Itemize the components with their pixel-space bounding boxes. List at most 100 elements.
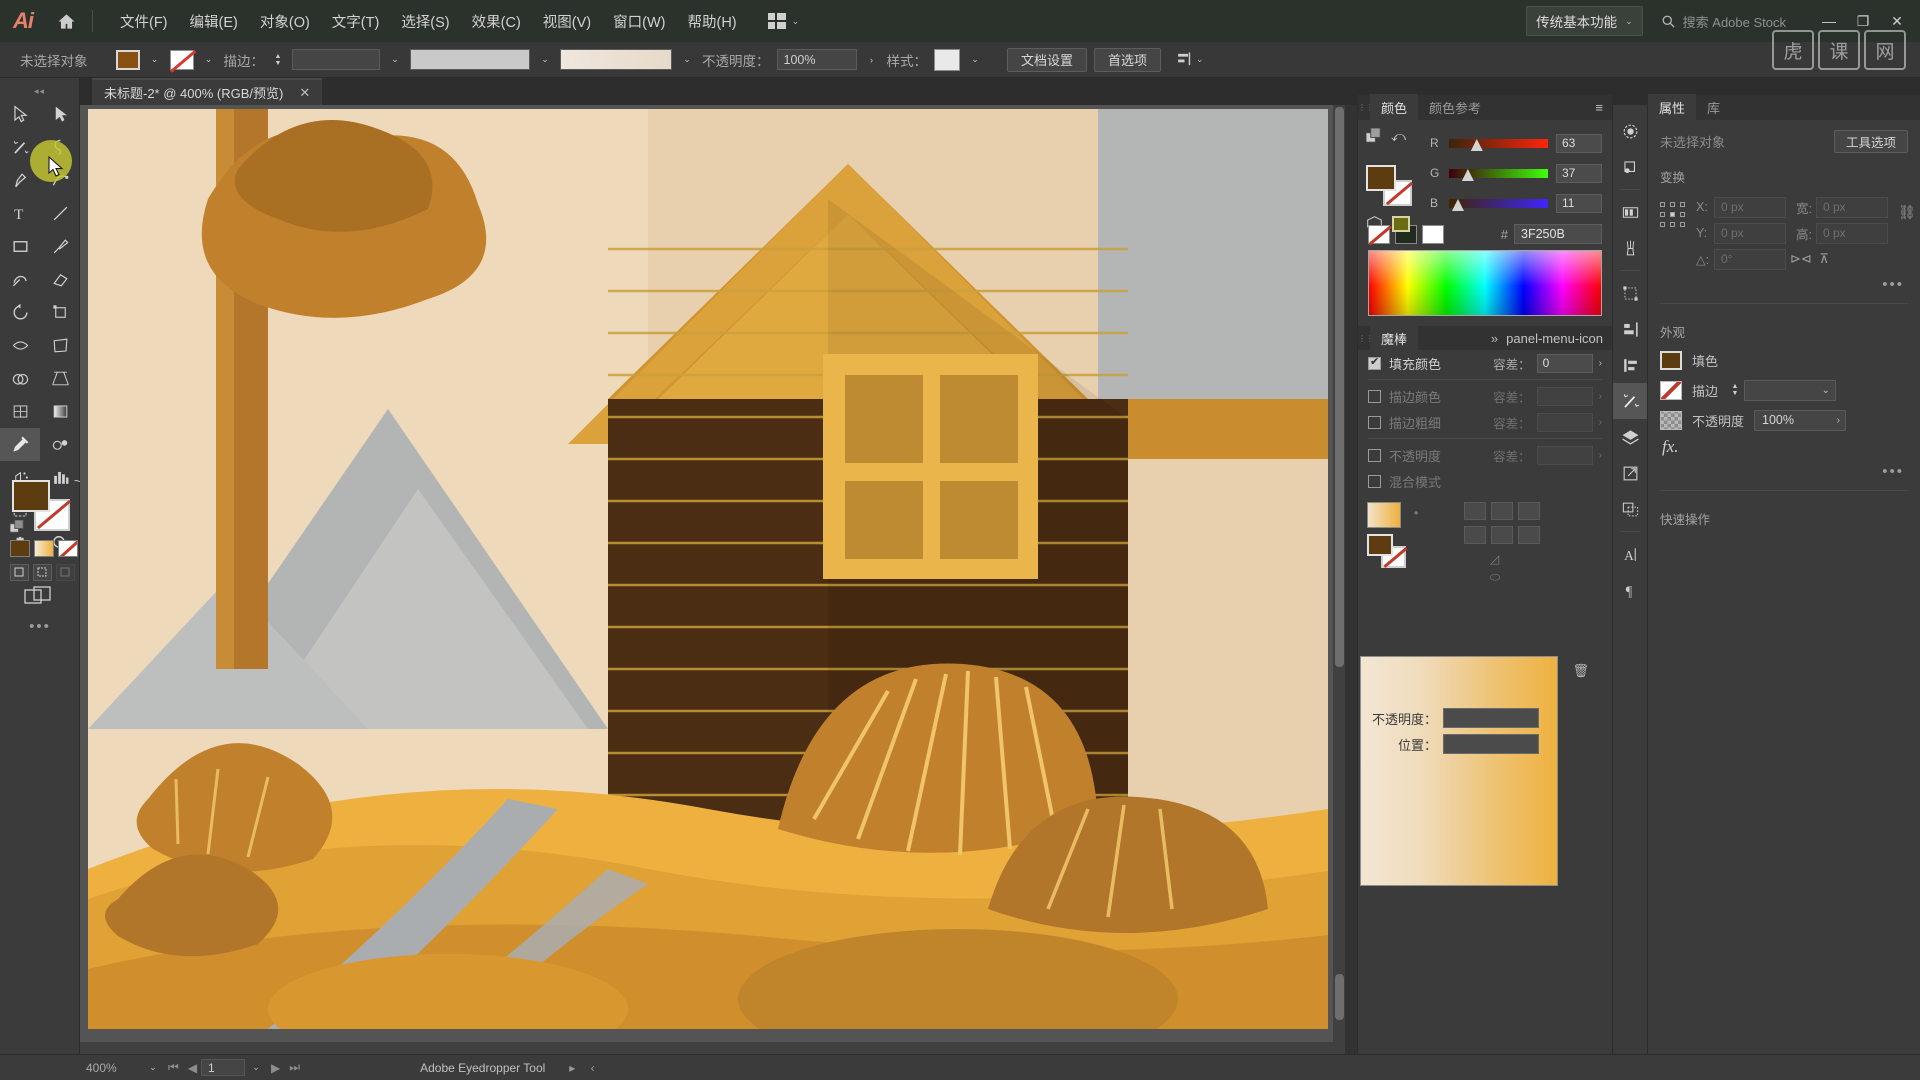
fill-swatch[interactable] <box>1366 165 1396 191</box>
draw-behind-icon[interactable] <box>33 564 52 581</box>
menu-type[interactable]: 文字(T) <box>321 6 391 37</box>
transform-panel-icon[interactable] <box>1613 275 1647 311</box>
menu-effect[interactable]: 效果(C) <box>461 6 532 37</box>
fill-stroke-control[interactable]: ⤵ <box>12 480 68 536</box>
brush-definition-dropdown[interactable] <box>560 49 672 70</box>
menu-select[interactable]: 选择(S) <box>390 6 460 37</box>
chevron-down-icon[interactable]: ⌄ <box>679 54 695 65</box>
first-artboard-button[interactable]: ⏮ <box>168 1060 179 1075</box>
gradient-fill-button[interactable] <box>34 540 54 557</box>
color-panel-icon[interactable] <box>1613 113 1647 149</box>
mesh-tool[interactable] <box>0 395 40 428</box>
align-center-icon[interactable] <box>1491 502 1513 520</box>
hex-input[interactable]: 3F250B <box>1514 224 1602 244</box>
fill-color-swatch[interactable] <box>116 50 140 70</box>
fill-swatch[interactable] <box>12 480 50 512</box>
opacity-input[interactable]: 100%› <box>1754 410 1846 431</box>
stroke-weight-stepper[interactable]: ▲▼ <box>271 50 285 70</box>
trash-icon[interactable]: 🗑 <box>1572 663 1589 679</box>
expand-icon[interactable]: » <box>1491 331 1506 346</box>
stroke-color-swatch[interactable] <box>170 50 194 70</box>
angle-icon[interactable]: ◿ <box>1490 552 1499 566</box>
preferences-button[interactable]: 首选项 <box>1094 48 1161 72</box>
color-guide-icon[interactable] <box>1613 149 1647 185</box>
opacity-input[interactable]: 100% <box>777 49 857 70</box>
panel-grip-icon[interactable]: ⋮⋮ <box>1358 103 1370 112</box>
stroke-tolerance-input[interactable] <box>1537 387 1593 406</box>
gradient-tool[interactable] <box>40 395 80 428</box>
menu-file[interactable]: 文件(F) <box>109 6 179 37</box>
channel-value-r[interactable]: 63 <box>1556 134 1602 153</box>
y-input[interactable]: 0 px <box>1714 223 1786 244</box>
appearance-stroke-row[interactable]: 描边 ▲▼ ⌄ <box>1648 375 1920 405</box>
paintbrush-tool[interactable] <box>40 230 80 263</box>
scrollbar-thumb[interactable] <box>1335 107 1344 667</box>
tolerance-stepper-icon[interactable]: › <box>1599 450 1602 461</box>
flip-vertical-icon[interactable]: ⊼ <box>1814 251 1834 267</box>
slider-track-r[interactable] <box>1449 139 1548 148</box>
free-transform-tool[interactable] <box>40 329 80 362</box>
fill-swatch[interactable] <box>1660 351 1682 370</box>
blend-mode-checkbox[interactable] <box>1368 475 1381 488</box>
flip-horizontal-icon[interactable]: ⊳⊲ <box>1790 251 1810 267</box>
link-dimensions[interactable]: ⛓ <box>1898 194 1916 272</box>
artboard[interactable] <box>88 109 1328 1029</box>
pathfinder-panel-icon[interactable] <box>1613 347 1647 383</box>
scrollbar-thumb[interactable] <box>1335 974 1344 1020</box>
align-dropdown[interactable]: ⌄ <box>1176 51 1204 68</box>
canvas-horizontal-scrollbar[interactable] <box>80 1042 1333 1054</box>
selection-tool[interactable] <box>0 98 40 131</box>
tab-color[interactable]: 颜色 <box>1370 94 1418 121</box>
appearance-fill-row[interactable]: 填色 <box>1648 345 1920 375</box>
stroke-weight-input[interactable] <box>292 49 380 70</box>
shaper-tool[interactable] <box>0 263 40 296</box>
none-color-button[interactable] <box>1368 225 1390 244</box>
tolerance-stepper-icon[interactable]: › <box>1599 417 1602 428</box>
maximize-button[interactable]: ❐ <box>1846 4 1880 38</box>
opacity-options-icon[interactable]: › <box>864 55 880 65</box>
gradient-stop-popup[interactable]: 不透明度： 位置： 🗑 <box>1360 656 1558 886</box>
appearance-more-button[interactable]: ••• <box>1648 459 1920 484</box>
blend-tool[interactable] <box>40 428 80 461</box>
character-panel-icon[interactable]: A <box>1613 536 1647 572</box>
stroke-weight-checkbox[interactable] <box>1368 416 1381 429</box>
document-setup-button[interactable]: 文档设置 <box>1007 48 1087 72</box>
shape-builder-tool[interactable] <box>0 362 40 395</box>
screen-mode-button[interactable] <box>24 586 52 608</box>
magic-wand-title[interactable]: 魔棒 <box>1370 325 1418 352</box>
stroke-weight-input[interactable]: ⌄ <box>1744 380 1836 401</box>
tool-options-button[interactable]: 工具选项 <box>1834 130 1908 153</box>
chevron-down-icon[interactable]: ⌄ <box>967 54 983 65</box>
status-more-icon[interactable]: ▸ ‹ <box>569 1061 600 1075</box>
swatches-panel-icon[interactable] <box>1613 194 1647 230</box>
zoom-level[interactable]: 400% <box>86 1061 142 1075</box>
color-fill-button[interactable] <box>10 540 30 557</box>
layers-panel-icon[interactable] <box>1613 419 1647 455</box>
chevron-down-icon[interactable]: ⌄ <box>537 54 553 65</box>
mw-row-stroke-weight[interactable]: 描边粗细 容差： › <box>1358 409 1612 435</box>
stroke-profile-dropdown[interactable] <box>410 49 530 70</box>
gradient-opacity-input[interactable] <box>1443 708 1539 728</box>
tab-libraries[interactable]: 库 <box>1696 94 1731 121</box>
default-fill-stroke-icon[interactable] <box>10 520 25 535</box>
canvas-vertical-scrollbar[interactable] <box>1333 105 1345 1054</box>
last-artboard-button[interactable]: ⏭ <box>289 1060 300 1075</box>
distribute-middle-icon[interactable] <box>1491 526 1513 544</box>
fill-tolerance-input[interactable]: 0 <box>1537 354 1593 373</box>
weight-tolerance-input[interactable] <box>1537 413 1593 432</box>
align-left-icon[interactable] <box>1464 502 1486 520</box>
document-tab[interactable]: 未标题-2* @ 400% (RGB/预览) ✕ <box>92 78 322 105</box>
color-spectrum-ramp[interactable] <box>1368 250 1602 316</box>
white-color-button[interactable] <box>1422 225 1444 244</box>
chevron-down-icon[interactable]: ⌄ <box>142 1062 164 1073</box>
minimize-button[interactable]: — <box>1812 4 1846 38</box>
angle-input[interactable]: 0° <box>1714 249 1786 270</box>
gradient-location-input[interactable] <box>1443 734 1539 754</box>
graphic-style-swatch[interactable] <box>934 49 960 71</box>
distribute-top-icon[interactable] <box>1464 526 1486 544</box>
menu-object[interactable]: 对象(O) <box>249 6 321 37</box>
chevron-down-icon[interactable]: ⌄ <box>245 1062 267 1073</box>
opacity-swatch[interactable] <box>1660 411 1682 430</box>
close-button[interactable]: ✕ <box>1880 4 1914 38</box>
artboard-number-input[interactable]: 1 <box>201 1059 245 1076</box>
